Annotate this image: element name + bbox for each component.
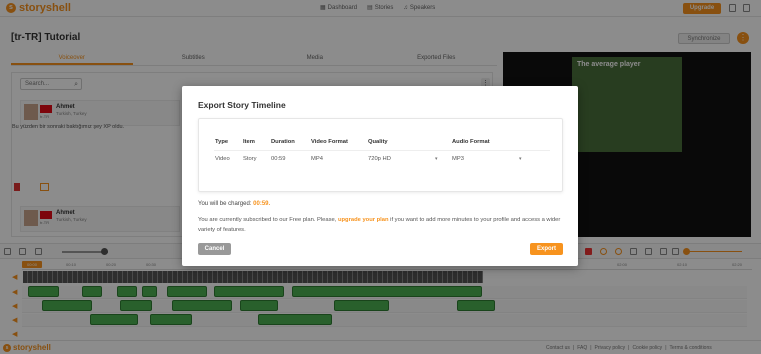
cell-item: Story <box>243 156 257 162</box>
cancel-button[interactable]: Cancel <box>198 243 231 255</box>
col-video-format: Video Format <box>311 139 348 145</box>
cell-type: Video <box>215 156 230 162</box>
modal-title: Export Story Timeline <box>198 100 286 110</box>
col-quality: Quality <box>368 139 388 145</box>
charge-label: You will be charged: <box>198 201 254 207</box>
chevron-down-icon[interactable]: ▾ <box>435 156 438 162</box>
export-table: Type Item Duration Video Format Quality … <box>198 118 563 192</box>
export-button[interactable]: Export <box>530 243 563 255</box>
charge-notice: You will be charged: 00:59. <box>198 201 270 207</box>
col-duration: Duration <box>271 139 295 145</box>
col-item: Item <box>243 139 255 145</box>
upgrade-plan-link[interactable]: upgrade your plan <box>338 217 389 223</box>
audio-format-select[interactable]: MP3 <box>452 156 464 162</box>
cell-duration: 00:59 <box>271 156 286 162</box>
quality-select[interactable]: 720p HD <box>368 156 391 162</box>
export-modal: Export Story Timeline Type Item Duration… <box>182 86 578 266</box>
cell-video-format: MP4 <box>311 156 323 162</box>
table-divider <box>214 150 550 151</box>
charge-value: 00:59. <box>253 201 271 207</box>
plan-notice-prefix: You are currently subscribed to our Free… <box>198 217 338 223</box>
col-audio-format: Audio Format <box>452 139 490 145</box>
plan-notice: You are currently subscribed to our Free… <box>198 215 568 235</box>
col-type: Type <box>215 139 229 145</box>
chevron-down-icon[interactable]: ▾ <box>519 156 522 162</box>
